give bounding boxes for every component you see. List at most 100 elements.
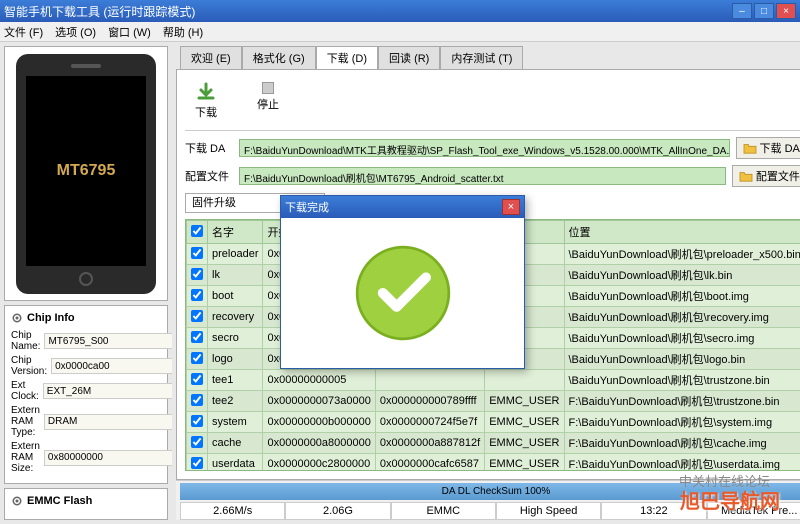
stop-icon — [262, 82, 274, 94]
dialog-title: 下载完成 — [285, 199, 329, 215]
close-button[interactable]: × — [776, 3, 796, 19]
menu-bar: 文件 (F) 选项 (O) 窗口 (W) 帮助 (H) — [0, 22, 800, 42]
row-checkbox[interactable] — [191, 415, 203, 427]
cell-name: userdata — [208, 454, 263, 472]
row-checkbox[interactable] — [191, 247, 203, 259]
cell-begin: 0x0000000a8000000 — [263, 433, 375, 454]
cell-location: F:\BaiduYunDownload\刷机包\cache.img — [564, 433, 800, 454]
row-checkbox[interactable] — [191, 457, 203, 469]
tab-format[interactable]: 格式化 (G) — [242, 46, 316, 69]
divider — [185, 130, 800, 131]
emmc-header: EMMC Flash — [11, 495, 161, 507]
emmc-title: EMMC Flash — [27, 495, 92, 507]
cell-region: EMMC_USER — [485, 433, 564, 454]
dialog-body — [281, 218, 524, 368]
watermark-primary: 旭巴导航网 — [680, 485, 780, 514]
table-row[interactable]: userdata 0x0000000c2800000 0x0000000cafc… — [187, 454, 800, 472]
check-all[interactable] — [191, 225, 203, 237]
download-button[interactable]: 下载 — [195, 82, 217, 120]
row-checkbox[interactable] — [191, 436, 203, 448]
ext-clock-value[interactable] — [43, 383, 183, 399]
maximize-button[interactable]: □ — [754, 3, 774, 19]
row-checkbox[interactable] — [191, 331, 203, 343]
tab-readback[interactable]: 回读 (R) — [378, 46, 440, 69]
cell-name: recovery — [208, 307, 263, 328]
cell-location: \BaiduYunDownload\刷机包\preloader_x500.bin — [564, 244, 800, 265]
scatter-path-input[interactable]: F:\BaiduYunDownload\刷机包\MT6795_Android_s… — [239, 167, 726, 185]
scatter-browse-label: 配置文件 — [756, 168, 800, 184]
menu-options[interactable]: 选项 (O) — [55, 24, 96, 40]
dialog-close-button[interactable]: × — [502, 199, 520, 215]
scatter-browse-button[interactable]: 配置文件 — [732, 165, 800, 187]
col-check[interactable] — [187, 221, 208, 244]
da-browse-label: 下载 DA — [760, 140, 800, 156]
cell-name: tee2 — [208, 391, 263, 412]
row-checkbox[interactable] — [191, 352, 203, 364]
cell-name: logo — [208, 349, 263, 370]
chip-name-label: Chip Name: — [11, 330, 40, 352]
chip-name-value[interactable] — [44, 333, 184, 349]
ram-type-label: Extern RAM Type: — [11, 405, 40, 438]
gear-icon — [11, 495, 23, 507]
cell-end: 0x0000000724f5e7f — [375, 412, 484, 433]
menu-window[interactable]: 窗口 (W) — [108, 24, 151, 40]
row-checkbox[interactable] — [191, 268, 203, 280]
folder-icon — [739, 170, 753, 182]
menu-help[interactable]: 帮助 (H) — [163, 24, 203, 40]
cell-region: EMMC_USER — [485, 391, 564, 412]
minimize-button[interactable]: – — [732, 3, 752, 19]
status-size: 2.06G — [285, 502, 390, 520]
cell-name: cache — [208, 433, 263, 454]
status-hs: High Speed — [496, 502, 601, 520]
table-row[interactable]: tee1 0x00000000005 \BaiduYunDownload\刷机包… — [187, 370, 800, 391]
tab-download[interactable]: 下载 (D) — [316, 46, 378, 69]
row-checkbox[interactable] — [191, 289, 203, 301]
cell-location: \BaiduYunDownload\刷机包\logo.bin — [564, 349, 800, 370]
stop-label: 停止 — [257, 96, 279, 112]
cell-location: F:\BaiduYunDownload\刷机包\system.img — [564, 412, 800, 433]
col-location: 位置 — [564, 221, 800, 244]
success-check-icon — [348, 238, 458, 348]
ram-size-label: Extern RAM Size: — [11, 441, 40, 474]
da-browse-button[interactable]: 下载 DA — [736, 137, 800, 159]
cell-location: \BaiduYunDownload\刷机包\secro.img — [564, 328, 800, 349]
cell-region — [485, 370, 564, 391]
window-controls: – □ × — [732, 3, 796, 19]
chip-info-panel: Chip Info Chip Name: Chip Version: Ext C… — [4, 305, 168, 484]
phone-preview: MT6795 — [4, 46, 168, 301]
cell-name: lk — [208, 265, 263, 286]
cell-name: tee1 — [208, 370, 263, 391]
cell-location: \BaiduYunDownload\刷机包\recovery.img — [564, 307, 800, 328]
cell-location: F:\BaiduYunDownload\刷机包\userdata.img — [564, 454, 800, 472]
ram-type-value[interactable] — [44, 414, 184, 430]
ram-size-value[interactable] — [44, 450, 184, 466]
tab-memtest[interactable]: 内存测试 (T) — [440, 46, 523, 69]
da-path-input[interactable]: F:\BaiduYunDownload\MTK工具教程驱动\SP_Flash_T… — [239, 139, 730, 157]
cell-begin: 0x00000000005 — [263, 370, 375, 391]
download-label: 下载 — [195, 104, 217, 120]
table-row[interactable]: tee2 0x0000000073a0000 0x000000000789fff… — [187, 391, 800, 412]
da-label: 下载 DA — [185, 140, 233, 156]
stop-button[interactable]: 停止 — [257, 82, 279, 120]
cell-region: EMMC_USER — [485, 412, 564, 433]
cell-location: \BaiduYunDownload\刷机包\trustzone.bin — [564, 370, 800, 391]
row-checkbox[interactable] — [191, 394, 203, 406]
chip-version-value[interactable] — [51, 358, 191, 374]
cell-region: EMMC_USER — [485, 454, 564, 472]
status-speed: 2.66M/s — [180, 502, 285, 520]
row-checkbox[interactable] — [191, 310, 203, 322]
tab-welcome[interactable]: 欢迎 (E) — [180, 46, 242, 69]
ext-clock-label: Ext Clock: — [11, 380, 39, 402]
table-row[interactable]: cache 0x0000000a8000000 0x0000000a887812… — [187, 433, 800, 454]
folder-icon — [743, 142, 757, 154]
scatter-label: 配置文件 — [185, 168, 233, 184]
cell-begin: 0x0000000c2800000 — [263, 454, 375, 472]
row-checkbox[interactable] — [191, 373, 203, 385]
dialog-titlebar: 下载完成 × — [281, 196, 524, 218]
menu-file[interactable]: 文件 (F) — [4, 24, 43, 40]
cell-end: 0x000000000789ffff — [375, 391, 484, 412]
status-emmc: EMMC — [391, 502, 496, 520]
chip-version-label: Chip Version: — [11, 355, 47, 377]
table-row[interactable]: system 0x00000000b000000 0x0000000724f5e… — [187, 412, 800, 433]
cell-begin: 0x0000000073a0000 — [263, 391, 375, 412]
